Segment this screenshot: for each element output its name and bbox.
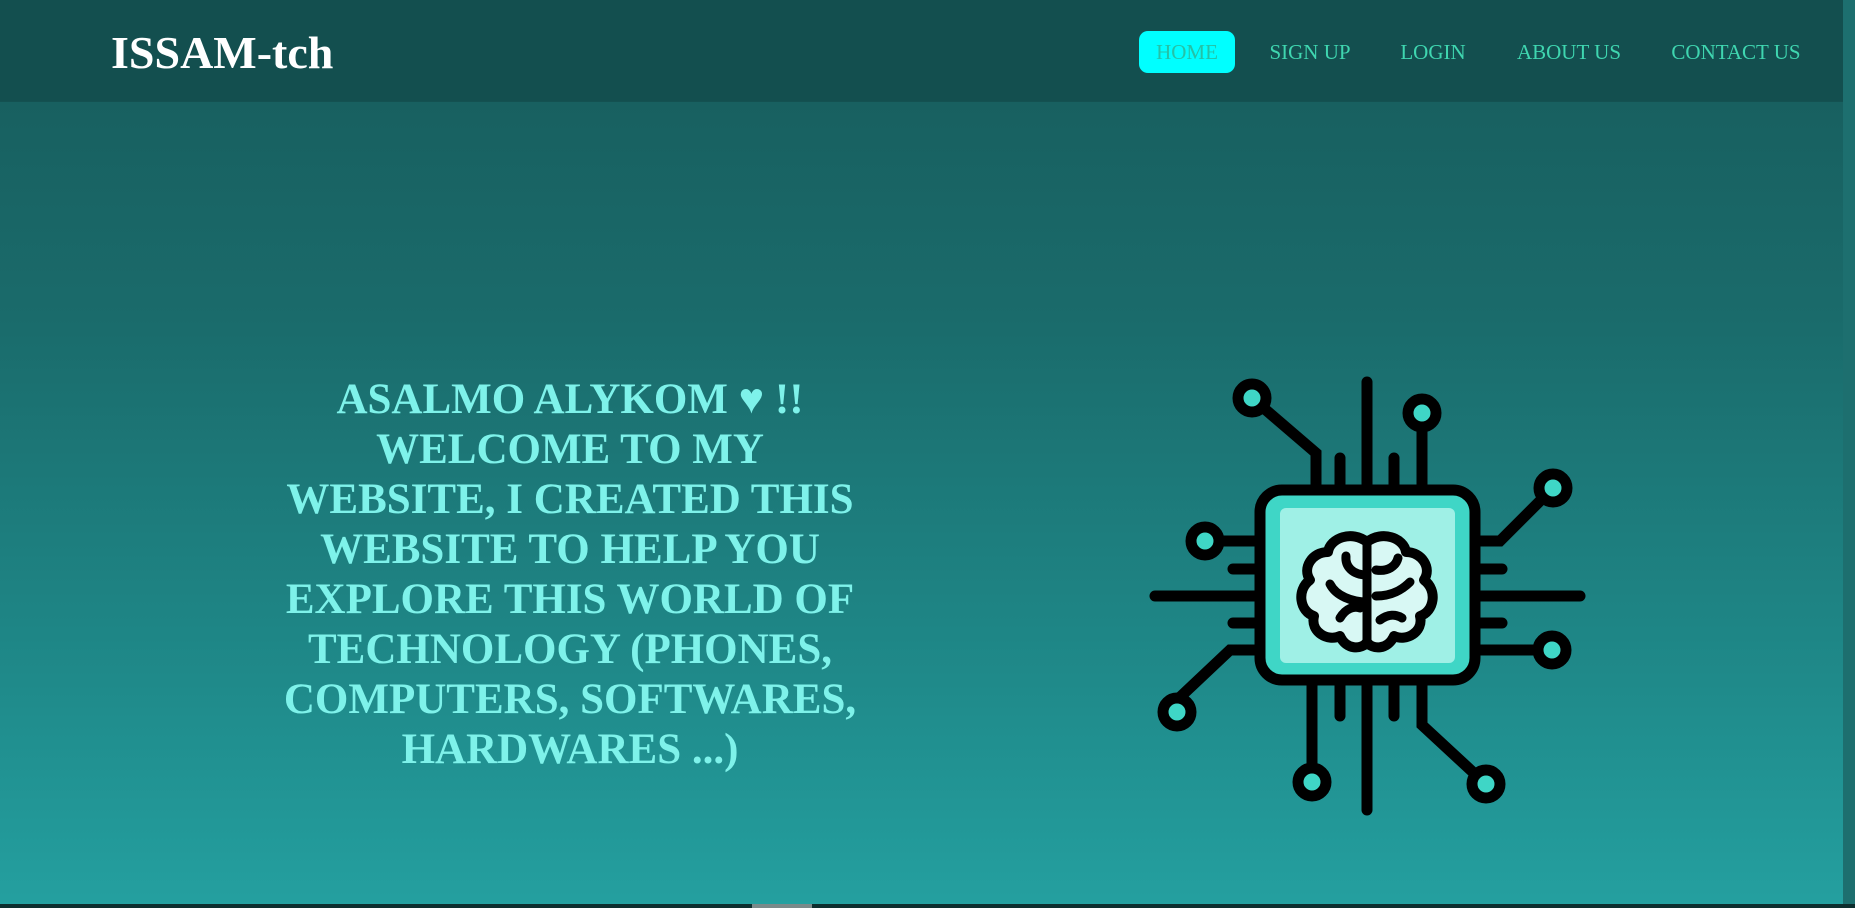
- horizontal-scrollbar-thumb[interactable]: [752, 904, 812, 908]
- top-navbar: ISSAM-tch HOME SIGN UP LOGIN ABOUT US CO…: [0, 0, 1855, 101]
- page-viewport: ISSAM-tch HOME SIGN UP LOGIN ABOUT US CO…: [0, 0, 1855, 908]
- hero-message: !! WELCOME TO MY WEBSITE, I CREATED THIS…: [283, 376, 857, 773]
- horizontal-scrollbar[interactable]: [0, 904, 1855, 908]
- nav-sign-up[interactable]: SIGN UP: [1258, 31, 1362, 73]
- nav-login[interactable]: LOGIN: [1392, 31, 1474, 73]
- vertical-scrollbar[interactable]: [1843, 0, 1855, 908]
- nav-about-us[interactable]: ABOUT US: [1508, 31, 1630, 73]
- hero-welcome-text: ASALMO ALYKOM ♥ !! WELCOME TO MY WEBSITE…: [268, 375, 872, 775]
- nav-home[interactable]: HOME: [1139, 31, 1235, 73]
- brain-chip-icon: [1149, 376, 1586, 816]
- heart-icon: ♥: [738, 376, 765, 423]
- nav-contact-us[interactable]: CONTACT US: [1664, 31, 1808, 73]
- hero-greeting: ASALMO ALYKOM: [336, 376, 728, 423]
- brand-logo-text[interactable]: ISSAM-tch: [111, 26, 333, 80]
